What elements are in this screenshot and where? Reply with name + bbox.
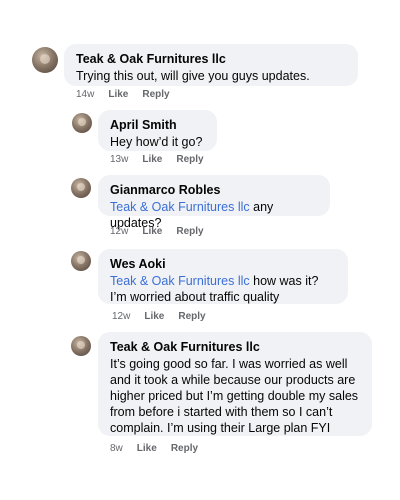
avatar[interactable]	[71, 178, 91, 198]
like-button[interactable]: Like	[142, 226, 162, 237]
comment-bubble: Gianmarco Robles Teak & Oak Furnitures l…	[98, 175, 330, 230]
comment-timestamp[interactable]: 13w	[110, 154, 128, 165]
comment-author[interactable]: April Smith	[110, 117, 205, 134]
reply-button[interactable]: Reply	[178, 311, 205, 322]
comment-actions: 13w Like Reply	[110, 154, 204, 165]
like-button[interactable]: Like	[108, 89, 128, 100]
avatar[interactable]	[32, 47, 58, 73]
comment-bubble: Teak & Oak Furnitures llc Trying this ou…	[64, 44, 358, 86]
like-button[interactable]: Like	[142, 154, 162, 165]
comment-bubble: April Smith Hey how’d it go?	[98, 110, 217, 151]
comment-timestamp[interactable]: 12w	[110, 226, 128, 237]
reply-button[interactable]: Reply	[176, 226, 203, 237]
comment-author[interactable]: Teak & Oak Furnitures llc	[76, 51, 346, 68]
mention-link[interactable]: Teak & Oak Furnitures llc	[110, 200, 250, 214]
reply-button[interactable]: Reply	[176, 154, 203, 165]
comment-actions: 8w Like Reply	[110, 443, 198, 454]
comment-bubble: Teak & Oak Furnitures llc It’s going goo…	[98, 332, 372, 436]
comment-text: Hey how’d it go?	[110, 135, 203, 149]
reply-button[interactable]: Reply	[142, 89, 169, 100]
avatar[interactable]	[71, 251, 91, 271]
comment-author[interactable]: Gianmarco Robles	[110, 182, 318, 199]
comment-timestamp[interactable]: 8w	[110, 443, 123, 454]
like-button[interactable]: Like	[144, 311, 164, 322]
avatar[interactable]	[71, 336, 91, 356]
comment-actions: 14w Like Reply	[76, 89, 170, 100]
avatar[interactable]	[72, 113, 92, 133]
reply-button[interactable]: Reply	[171, 443, 198, 454]
comment-timestamp[interactable]: 14w	[76, 89, 94, 100]
comment-bubble: Wes Aoki Teak & Oak Furnitures llc how w…	[98, 249, 348, 304]
comment-text: Teak & Oak Furnitures llc how was it? I’…	[110, 273, 336, 305]
comment-text: Trying this out, will give you guys upda…	[76, 69, 310, 83]
comment-text: It’s going good so far. I was worried as…	[110, 357, 359, 435]
mention-link[interactable]: Teak & Oak Furnitures llc	[110, 274, 250, 288]
comment-author[interactable]: Teak & Oak Furnitures llc	[110, 339, 360, 356]
comment-timestamp[interactable]: 12w	[112, 311, 130, 322]
comment-actions: 12w Like Reply	[110, 226, 204, 237]
like-button[interactable]: Like	[137, 443, 157, 454]
comment-actions: 12w Like Reply	[112, 311, 206, 322]
comment-author[interactable]: Wes Aoki	[110, 256, 336, 273]
